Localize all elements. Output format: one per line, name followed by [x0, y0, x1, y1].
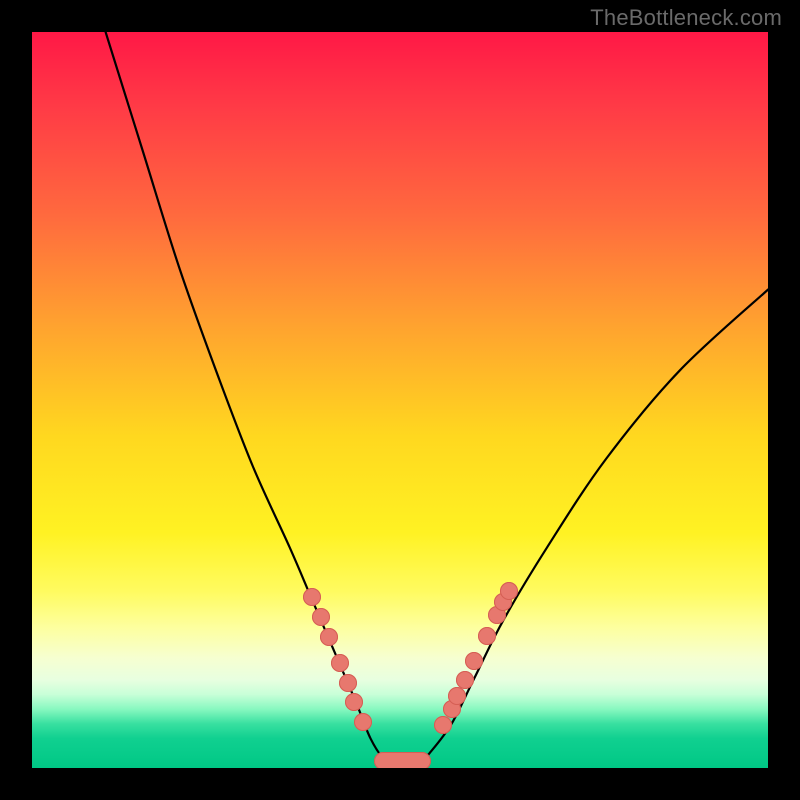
curve-flat-segment — [374, 752, 431, 768]
curve-marker — [456, 671, 474, 689]
curve-marker — [354, 713, 372, 731]
watermark-text: TheBottleneck.com — [590, 5, 782, 31]
curve-marker — [331, 654, 349, 672]
curve-marker — [434, 716, 452, 734]
curve-marker — [448, 687, 466, 705]
curve-marker — [478, 627, 496, 645]
curve-marker — [303, 588, 321, 606]
curve-marker — [312, 608, 330, 626]
curve-marker — [345, 693, 363, 711]
bottleneck-curve — [32, 32, 768, 768]
curve-marker — [320, 628, 338, 646]
curve-marker — [500, 582, 518, 600]
plot-area — [32, 32, 768, 768]
curve-marker — [339, 674, 357, 692]
chart-frame: TheBottleneck.com — [0, 0, 800, 800]
curve-marker — [465, 652, 483, 670]
